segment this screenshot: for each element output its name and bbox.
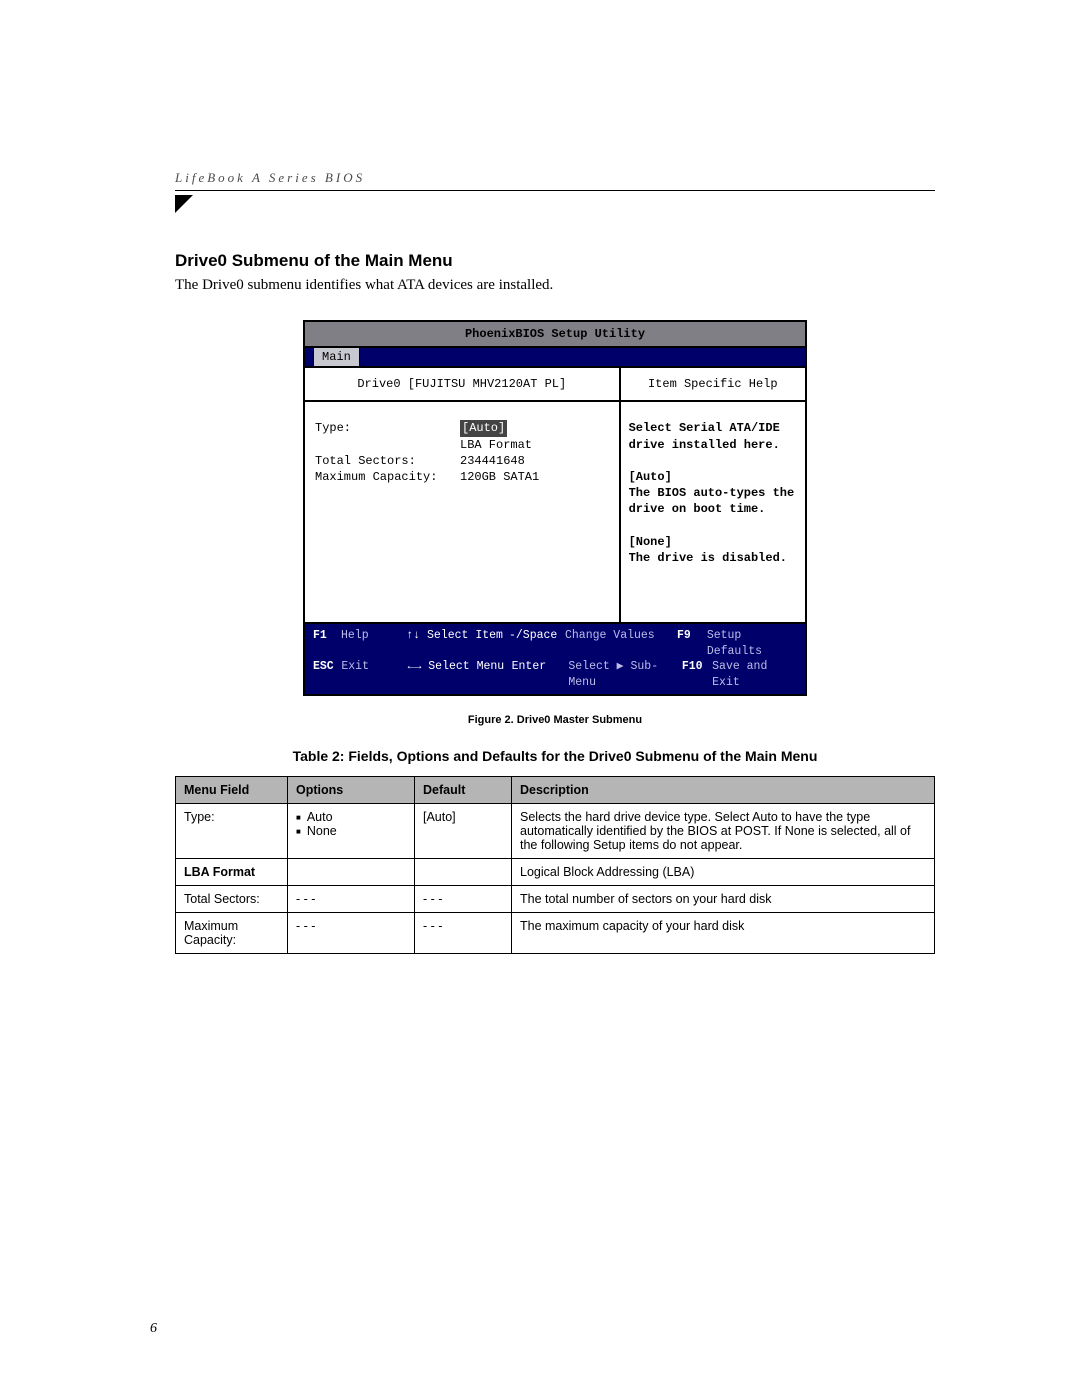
help-line: drive on boot time. bbox=[629, 501, 797, 517]
bios-sectors-label: Total Sectors: bbox=[315, 453, 460, 469]
bios-lba-format: LBA Format bbox=[460, 437, 532, 453]
section-intro-text: The Drive0 submenu identifies what ATA d… bbox=[175, 277, 935, 294]
bios-maxcap-value: 120GB SATA1 bbox=[460, 469, 539, 485]
cell-field: LBA Format bbox=[176, 859, 288, 886]
table-row: LBA Format Logical Block Addressing (LBA… bbox=[176, 859, 935, 886]
bios-right-pane: Item Specific Help Select Serial ATA/IDE… bbox=[621, 368, 805, 622]
bios-key-f1: F1 bbox=[313, 628, 341, 659]
table-row: Total Sectors: - - - - - - The total num… bbox=[176, 886, 935, 913]
option-item: Auto bbox=[296, 810, 406, 824]
bios-act-change: Change Values bbox=[565, 628, 677, 659]
cell-options: - - - bbox=[288, 913, 415, 954]
th-field: Menu Field bbox=[176, 777, 288, 804]
cell-default: - - - bbox=[415, 886, 512, 913]
document-page: LifeBook A Series BIOS Drive0 Submenu of… bbox=[0, 0, 1080, 1397]
cell-desc: Selects the hard drive device type. Sele… bbox=[512, 804, 935, 859]
bios-sectors-value: 234441648 bbox=[460, 453, 525, 469]
fields-table: Menu Field Options Default Description T… bbox=[175, 776, 935, 954]
bios-act-help: Help bbox=[341, 628, 406, 659]
bios-key-esc: ESC bbox=[313, 659, 341, 690]
help-line: Select Serial ATA/IDE bbox=[629, 420, 797, 436]
bios-key-f10: F10 bbox=[682, 659, 712, 690]
bios-sym-selmenu: ←→ Select Menu bbox=[408, 659, 512, 690]
help-line: [Auto] bbox=[629, 469, 797, 485]
option-item: None bbox=[296, 824, 406, 838]
cell-field: Maximum Capacity: bbox=[176, 913, 288, 954]
cell-desc: The total number of sectors on your hard… bbox=[512, 886, 935, 913]
page-number: 6 bbox=[150, 1321, 157, 1337]
table-row: Maximum Capacity: - - - - - - The maximu… bbox=[176, 913, 935, 954]
help-line: The drive is disabled. bbox=[629, 550, 797, 566]
cell-field: Type: bbox=[176, 804, 288, 859]
bios-blank-label bbox=[315, 437, 460, 453]
cell-field: Total Sectors: bbox=[176, 886, 288, 913]
bios-sym-space: -/Space bbox=[509, 628, 565, 659]
bios-act-save: Save and Exit bbox=[712, 659, 797, 690]
bios-footer: F1 Help ↑↓ Select Item -/Space Change Va… bbox=[305, 622, 805, 694]
bios-right-header: Item Specific Help bbox=[621, 368, 805, 402]
bios-act-submenu: Select ▶ Sub-Menu bbox=[568, 659, 682, 690]
th-default: Default bbox=[415, 777, 512, 804]
bios-act-exit: Exit bbox=[341, 659, 407, 690]
cell-options bbox=[288, 859, 415, 886]
help-line: The BIOS auto-types the bbox=[629, 485, 797, 501]
cell-default: - - - bbox=[415, 913, 512, 954]
bios-type-value: [Auto] bbox=[460, 420, 507, 436]
bios-act-defaults: Setup Defaults bbox=[707, 628, 797, 659]
bios-left-header: Drive0 [FUJITSU MHV2120AT PL] bbox=[305, 368, 619, 402]
bios-type-label: Type: bbox=[315, 420, 460, 436]
bios-tab-main: Main bbox=[313, 348, 360, 366]
bios-screenshot: PhoenixBIOS Setup Utility Main Drive0 [F… bbox=[303, 320, 807, 696]
help-line: [None] bbox=[629, 534, 797, 550]
table-header-row: Menu Field Options Default Description bbox=[176, 777, 935, 804]
cell-options: - - - bbox=[288, 886, 415, 913]
bios-title-bar: PhoenixBIOS Setup Utility bbox=[305, 322, 805, 348]
help-line: drive installed here. bbox=[629, 437, 797, 453]
bios-sym-selitem: ↑↓ Select Item bbox=[406, 628, 509, 659]
bios-key-f9: F9 bbox=[677, 628, 707, 659]
cell-options: Auto None bbox=[288, 804, 415, 859]
section-title: Drive0 Submenu of the Main Menu bbox=[175, 251, 935, 271]
bios-sym-enter: Enter bbox=[512, 659, 569, 690]
header-triangle-icon bbox=[175, 195, 193, 213]
th-desc: Description bbox=[512, 777, 935, 804]
table-row: Type: Auto None [Auto] Selects the hard … bbox=[176, 804, 935, 859]
th-options: Options bbox=[288, 777, 415, 804]
cell-default: [Auto] bbox=[415, 804, 512, 859]
bios-left-pane: Drive0 [FUJITSU MHV2120AT PL] Type: [Aut… bbox=[305, 368, 621, 622]
running-header: LifeBook A Series BIOS bbox=[175, 170, 935, 191]
table-caption: Table 2: Fields, Options and Defaults fo… bbox=[175, 748, 935, 764]
bios-maxcap-label: Maximum Capacity: bbox=[315, 469, 460, 485]
figure-caption: Figure 2. Drive0 Master Submenu bbox=[175, 714, 935, 726]
cell-desc: The maximum capacity of your hard disk bbox=[512, 913, 935, 954]
bios-tab-row: Main bbox=[305, 348, 805, 366]
cell-default bbox=[415, 859, 512, 886]
cell-desc: Logical Block Addressing (LBA) bbox=[512, 859, 935, 886]
